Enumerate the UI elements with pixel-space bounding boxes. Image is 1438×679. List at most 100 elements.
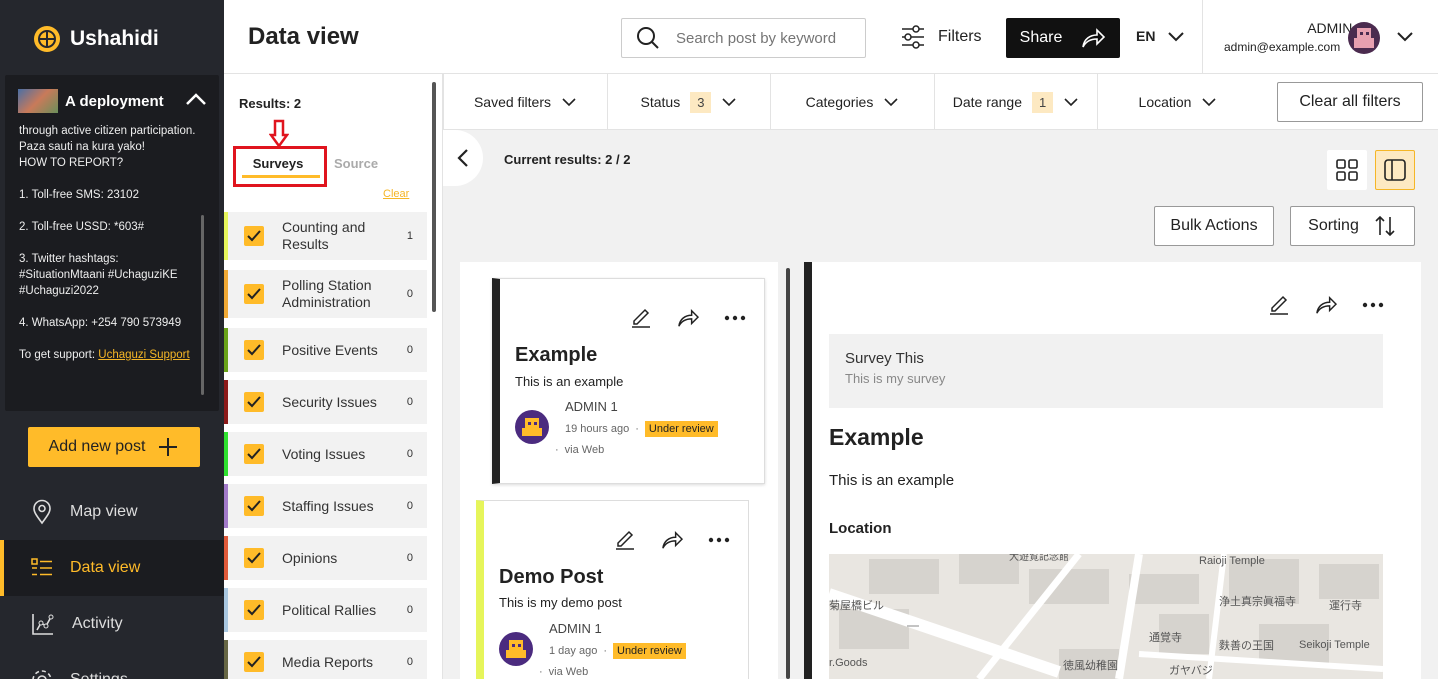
post-via: via Web bbox=[564, 444, 605, 456]
checkbox[interactable] bbox=[244, 600, 264, 620]
split-view-button[interactable] bbox=[1375, 150, 1415, 190]
nav-activity[interactable]: Activity bbox=[0, 596, 224, 652]
add-new-post-button[interactable]: Add new post bbox=[28, 427, 200, 467]
post-title: Example bbox=[515, 344, 598, 366]
categories-dropdown[interactable]: Categories bbox=[771, 74, 935, 130]
share-label: Share bbox=[1019, 29, 1063, 46]
bulk-actions-button[interactable]: Bulk Actions bbox=[1154, 206, 1274, 246]
map-label: Raioji Temple bbox=[1199, 555, 1265, 567]
chevron-down-icon[interactable] bbox=[1396, 30, 1414, 42]
saved-filters-dropdown[interactable]: Saved filters bbox=[443, 74, 608, 130]
checkmark-icon bbox=[247, 604, 261, 616]
collapse-panel-button[interactable] bbox=[443, 130, 483, 186]
checkbox[interactable] bbox=[244, 652, 264, 672]
edit-pencil-icon[interactable] bbox=[630, 307, 652, 329]
chevron-down-icon bbox=[562, 98, 576, 107]
share-button[interactable]: Share bbox=[1006, 18, 1120, 58]
nav-settings[interactable]: Settings bbox=[0, 652, 224, 679]
search-box[interactable] bbox=[621, 18, 866, 58]
survey-item[interactable]: Security Issues 0 bbox=[224, 380, 427, 424]
share-arrow-icon[interactable] bbox=[1314, 295, 1338, 315]
support-link[interactable]: Uchaguzi Support bbox=[98, 349, 189, 361]
survey-item[interactable]: Polling Station Administration 0 bbox=[224, 270, 427, 318]
share-arrow-icon[interactable] bbox=[676, 308, 700, 328]
share-arrow-icon[interactable] bbox=[660, 530, 684, 550]
scrollbar[interactable] bbox=[201, 215, 204, 395]
status-label: Status bbox=[640, 94, 681, 110]
post-card[interactable]: Example This is an example ADMIN 1 19 ho… bbox=[492, 278, 765, 484]
survey-item[interactable]: Voting Issues 0 bbox=[224, 432, 427, 476]
checkbox[interactable] bbox=[244, 226, 264, 246]
gear-icon bbox=[32, 670, 52, 679]
clear-link[interactable]: Clear bbox=[383, 188, 409, 200]
post-time: 1 day ago bbox=[549, 645, 598, 657]
saved-filters-label: Saved filters bbox=[473, 94, 552, 110]
survey-item[interactable]: Counting and Results 1 bbox=[224, 212, 427, 260]
checkbox[interactable] bbox=[244, 444, 264, 464]
survey-item[interactable]: Political Rallies 0 bbox=[224, 588, 427, 632]
date-range-dropdown[interactable]: Date range 1 bbox=[935, 74, 1098, 130]
deployment-description-text: through active citizen participation. Pa… bbox=[19, 125, 196, 361]
survey-count: 0 bbox=[406, 344, 413, 356]
survey-item[interactable]: Media Reports 0 bbox=[224, 640, 427, 679]
separator-dot: · bbox=[603, 645, 607, 657]
page-title: Data view bbox=[248, 23, 359, 50]
filters-label: Filters bbox=[938, 28, 982, 45]
brand[interactable]: Ushahidi bbox=[30, 24, 159, 54]
survey-count: 0 bbox=[406, 656, 413, 668]
nav-data-view[interactable]: Data view bbox=[0, 540, 224, 596]
status-badge: Under review bbox=[644, 421, 718, 437]
sidebar-layout-icon bbox=[1384, 159, 1406, 181]
checkmark-icon bbox=[247, 230, 261, 242]
survey-item[interactable]: Staffing Issues 0 bbox=[224, 484, 427, 528]
checkbox[interactable] bbox=[244, 284, 264, 304]
language-selector[interactable]: EN bbox=[1136, 28, 1185, 44]
location-map[interactable]: 大遊覧記念館 Raioji Temple 菊屋橋ビル 浄土真宗眞福寺 運行寺 通… bbox=[829, 554, 1383, 679]
scrollbar[interactable] bbox=[432, 82, 436, 312]
post-card[interactable]: Demo Post This is my demo post ADMIN 1 1… bbox=[476, 500, 749, 679]
more-options-icon[interactable] bbox=[724, 315, 746, 321]
grid-icon bbox=[1336, 159, 1358, 181]
post-actions bbox=[614, 529, 730, 551]
tab-source[interactable]: Source bbox=[334, 156, 378, 171]
post-list: Example This is an example ADMIN 1 19 ho… bbox=[460, 262, 778, 679]
annotation-arrow-icon bbox=[269, 119, 289, 149]
post-detail-actions bbox=[1268, 294, 1384, 316]
clear-all-filters-button[interactable]: Clear all filters bbox=[1277, 82, 1423, 122]
survey-count: 0 bbox=[406, 448, 413, 460]
sidebar: Ushahidi A deployment through active cit… bbox=[0, 0, 224, 679]
survey-label: Security Issues bbox=[282, 393, 377, 410]
survey-item[interactable]: Opinions 0 bbox=[224, 536, 427, 580]
sort-arrows-icon bbox=[1375, 215, 1395, 237]
edit-pencil-icon[interactable] bbox=[1268, 294, 1290, 316]
post-meta: 1 day ago · Under review bbox=[549, 643, 686, 659]
current-results: Current results: 2 / 2 bbox=[504, 152, 631, 167]
chevron-down-icon bbox=[722, 98, 737, 107]
status-dropdown[interactable]: Status 3 bbox=[608, 74, 771, 130]
chevron-up-icon[interactable] bbox=[185, 91, 207, 107]
scrollbar[interactable] bbox=[786, 268, 790, 679]
post-source: · via Web bbox=[555, 444, 604, 456]
checkmark-icon bbox=[247, 288, 261, 300]
edit-pencil-icon[interactable] bbox=[614, 529, 636, 551]
location-dropdown[interactable]: Location bbox=[1098, 74, 1258, 130]
search-input[interactable] bbox=[676, 29, 856, 47]
survey-label: Voting Issues bbox=[282, 445, 366, 462]
checkbox[interactable] bbox=[244, 548, 264, 568]
post-detail-description: This is an example bbox=[829, 472, 955, 489]
nav-map-view[interactable]: Map view bbox=[0, 484, 224, 540]
survey-label: Positive Events bbox=[282, 341, 378, 358]
checkbox[interactable] bbox=[244, 340, 264, 360]
checkbox[interactable] bbox=[244, 496, 264, 516]
more-options-icon[interactable] bbox=[1362, 302, 1384, 308]
user-avatar[interactable] bbox=[1348, 22, 1380, 54]
filters-button[interactable]: Filters bbox=[900, 24, 982, 50]
checkbox[interactable] bbox=[244, 392, 264, 412]
survey-label: Staffing Issues bbox=[282, 497, 374, 514]
annotation-highlight-box bbox=[233, 146, 327, 187]
more-options-icon[interactable] bbox=[708, 537, 730, 543]
sorting-button[interactable]: Sorting bbox=[1290, 206, 1415, 246]
grid-view-button[interactable] bbox=[1327, 150, 1367, 190]
checkmark-icon bbox=[247, 396, 261, 408]
survey-item[interactable]: Positive Events 0 bbox=[224, 328, 427, 372]
